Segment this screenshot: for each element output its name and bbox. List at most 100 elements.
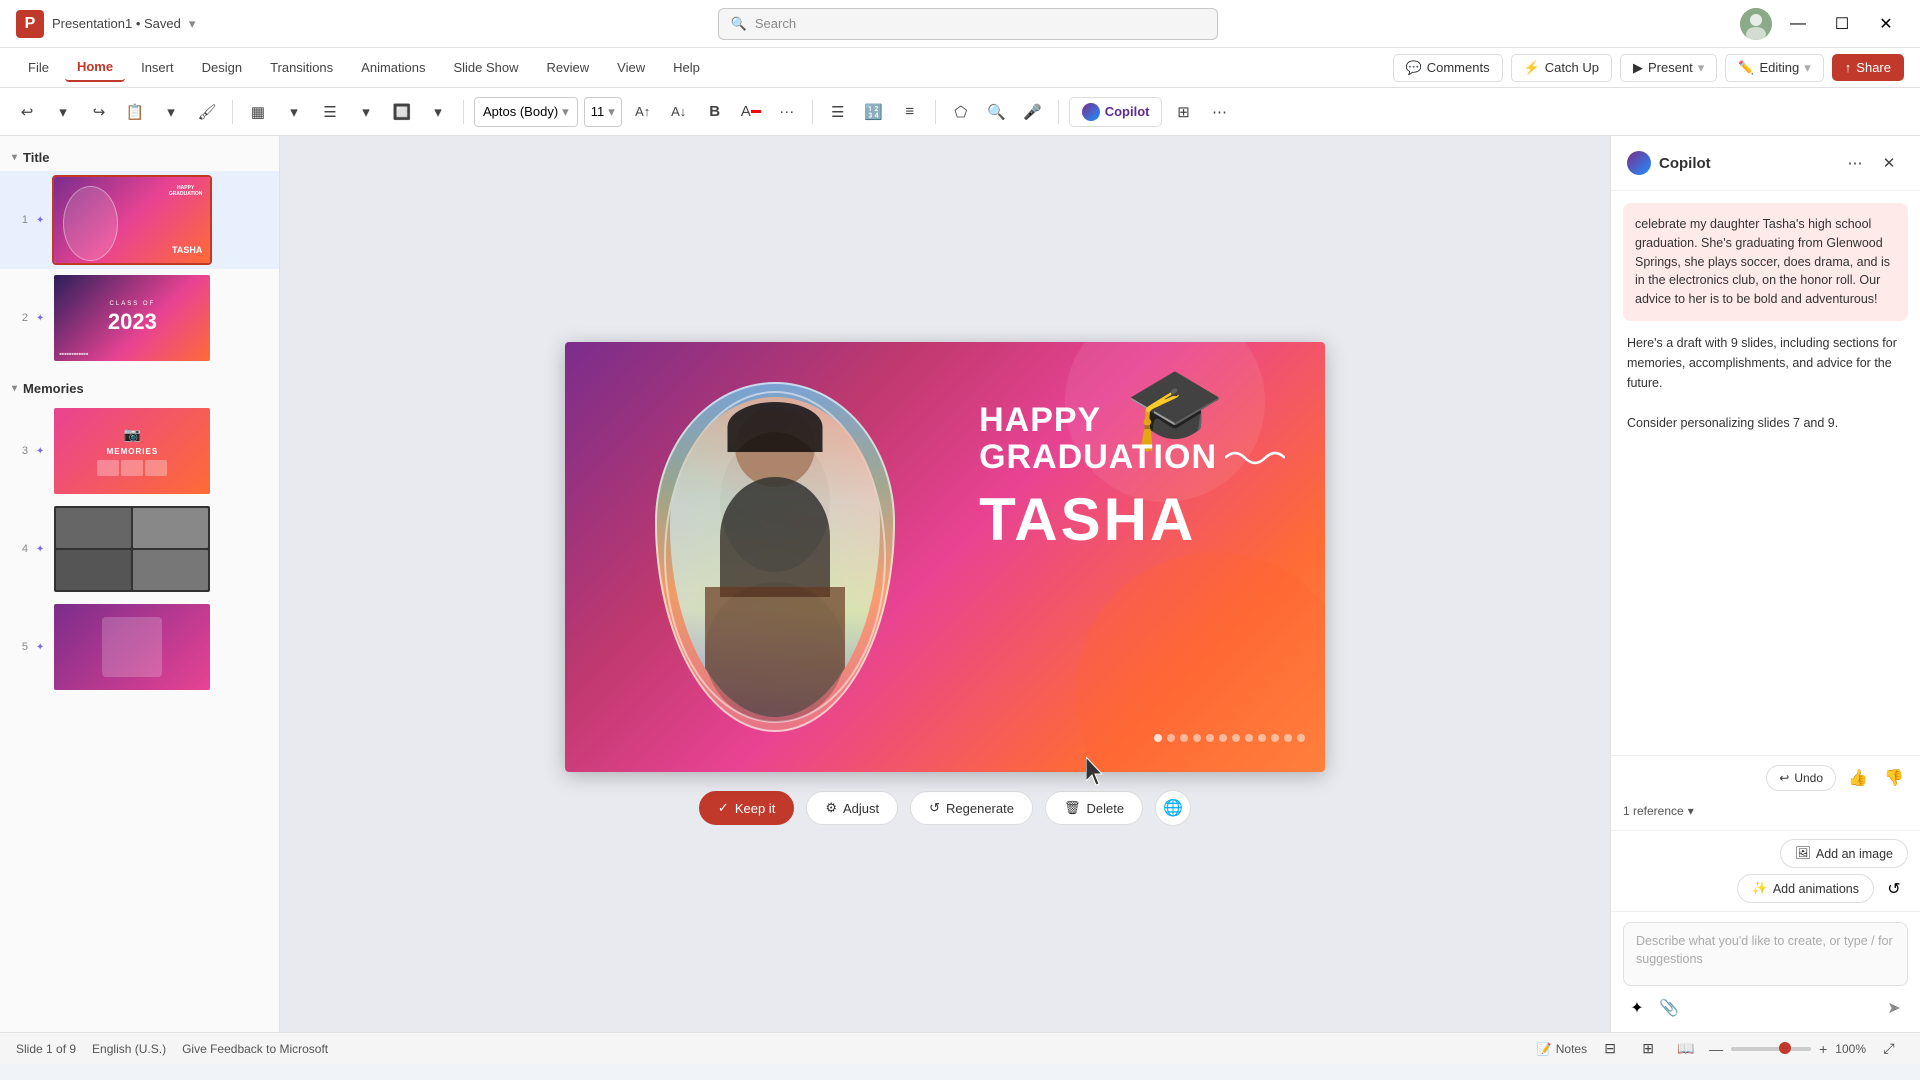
attach-button[interactable]: 📎: [1655, 994, 1683, 1022]
toolbar-more-button[interactable]: ⋯: [1204, 97, 1234, 127]
slide-num-1: 1: [12, 214, 28, 226]
section-button[interactable]: ☰: [315, 97, 345, 127]
view-toggle-button[interactable]: ⊞: [1168, 97, 1198, 127]
align-button[interactable]: ≡: [895, 97, 925, 127]
title-arrow[interactable]: ▾: [189, 16, 196, 32]
font-selector[interactable]: Aptos (Body) ▾: [474, 97, 578, 127]
layout-arrow-button[interactable]: ▾: [279, 97, 309, 127]
reference-label: 1 reference: [1623, 804, 1684, 818]
add-animations-row: ✨ Add animations ↺: [1623, 874, 1908, 903]
bullets-button[interactable]: ☰: [823, 97, 853, 127]
format-paint-button[interactable]: 🖌: [192, 97, 222, 127]
slide-panel: ▾ Title 1 ✦ HAPPYGRADUATION TASHA 2 ✦: [0, 136, 280, 1032]
slide-num-5: 5: [12, 641, 28, 653]
tab-review[interactable]: Review: [535, 54, 602, 81]
maximize-button[interactable]: ☐: [1824, 6, 1860, 42]
user-avatar[interactable]: [1740, 8, 1772, 40]
delete-button[interactable]: 🗑 Delete: [1045, 791, 1143, 825]
editing-arrow-icon: ▾: [1804, 60, 1811, 76]
minimize-button[interactable]: —: [1780, 6, 1816, 42]
thumbup-button[interactable]: 👍: [1844, 764, 1872, 792]
send-button[interactable]: ➤: [1880, 994, 1908, 1022]
bold-button[interactable]: B: [700, 97, 730, 127]
font-name: Aptos (Body): [483, 104, 558, 119]
tab-animations[interactable]: Animations: [349, 54, 437, 81]
undo-button[interactable]: ↩ Undo: [1766, 765, 1836, 791]
slide-canvas[interactable]: 🎓 HAPPY GRADUATION TASHA: [565, 342, 1325, 772]
delete-icon: 🗑: [1064, 800, 1081, 816]
copilot-options-button[interactable]: ⋯: [1840, 148, 1870, 178]
section-memories-arrow-icon: ▾: [12, 383, 17, 394]
sparkle-button[interactable]: ✦: [1623, 994, 1651, 1022]
section-arrow-button[interactable]: ▾: [351, 97, 381, 127]
search-bar[interactable]: 🔍 Search: [718, 8, 1218, 40]
layout-button[interactable]: ▦: [243, 97, 273, 127]
section-memories[interactable]: ▾ Memories: [0, 375, 279, 402]
tab-transitions[interactable]: Transitions: [258, 54, 345, 81]
toolbar: ↩ ▾ ↪ 📋 ▾ 🖌 ▦ ▾ ☰ ▾ 🔲 ▾ Aptos (Body) ▾ 1…: [0, 88, 1920, 136]
add-animations-button[interactable]: ✨ Add animations: [1737, 874, 1874, 903]
arrange-button[interactable]: 🔲: [387, 97, 417, 127]
slide-item-3[interactable]: 3 ✦ 📷 MEMORIES: [0, 402, 279, 500]
toolbar-sep-4: [935, 100, 936, 124]
shapes-button[interactable]: ⬠: [946, 97, 976, 127]
notes-button[interactable]: 📝 Notes: [1537, 1042, 1587, 1056]
tab-design[interactable]: Design: [190, 54, 254, 81]
tab-help[interactable]: Help: [661, 54, 712, 81]
regenerate-button[interactable]: ↺ Regenerate: [910, 791, 1033, 825]
find-button[interactable]: 🔍: [982, 97, 1012, 127]
feedback-link[interactable]: Give Feedback to Microsoft: [182, 1042, 328, 1056]
section-title[interactable]: ▾ Title: [0, 144, 279, 171]
present-button[interactable]: ▶ Present ▾: [1620, 54, 1717, 82]
copilot-input-box[interactable]: Describe what you'd like to create, or t…: [1623, 922, 1908, 986]
normal-view-button[interactable]: ⊟: [1595, 1034, 1625, 1064]
slide-item-1[interactable]: 1 ✦ HAPPYGRADUATION TASHA: [0, 171, 279, 269]
tab-insert[interactable]: Insert: [129, 54, 186, 81]
comments-button[interactable]: 💬 Comments: [1393, 54, 1503, 82]
slide-item-4[interactable]: 4 ✦: [0, 500, 279, 598]
zoom-slider[interactable]: [1731, 1047, 1811, 1051]
slide-graduation-text: GRADUATION: [979, 439, 1217, 476]
font-color-button[interactable]: A: [736, 97, 766, 127]
copilot-button[interactable]: Copilot: [1069, 97, 1163, 127]
zoom-in-button[interactable]: +: [1819, 1041, 1827, 1057]
editing-button[interactable]: ✏️ Editing ▾: [1725, 54, 1823, 82]
share-button[interactable]: ↑ Share: [1832, 54, 1904, 81]
reference-row[interactable]: 1 reference ▾: [1623, 800, 1908, 822]
font-size-selector[interactable]: 11 ▾: [584, 97, 622, 127]
mic-button[interactable]: 🎤: [1018, 97, 1048, 127]
keep-button[interactable]: ✓ Keep it: [699, 791, 794, 825]
slide-actions: ✓ Keep it ⚙ Adjust ↺ Regenerate 🗑 Delete…: [699, 790, 1191, 826]
refresh-button[interactable]: ↺: [1880, 875, 1908, 903]
slide-item-2[interactable]: 2 ✦ CLASS OF 2023 ■■■■■■■■■■■■: [0, 269, 279, 367]
copy-arrow-button[interactable]: ▾: [156, 97, 186, 127]
tab-file[interactable]: File: [16, 54, 61, 81]
catch-up-button[interactable]: ⚡ Catch Up: [1511, 54, 1612, 82]
slide-sorter-button[interactable]: ⊞: [1633, 1034, 1663, 1064]
decrease-font-button[interactable]: A↓: [664, 97, 694, 127]
undo-button[interactable]: ↩: [12, 97, 42, 127]
undo-arrow-button[interactable]: ▾: [48, 97, 78, 127]
numbering-button[interactable]: 🔢: [859, 97, 889, 127]
arrange-arrow-button[interactable]: ▾: [423, 97, 453, 127]
toolbar-sep-5: [1058, 100, 1059, 124]
adjust-button[interactable]: ⚙ Adjust: [806, 791, 898, 825]
add-image-row: 🖼 Add an image: [1623, 839, 1908, 868]
undo-icon: ↩: [1779, 771, 1789, 785]
tab-home[interactable]: Home: [65, 53, 125, 82]
tab-view[interactable]: View: [605, 54, 657, 81]
thumbdown-button[interactable]: 👎: [1880, 764, 1908, 792]
reading-view-button[interactable]: 📖: [1671, 1034, 1701, 1064]
redo-button[interactable]: ↪: [84, 97, 114, 127]
copilot-close-button[interactable]: ✕: [1874, 148, 1904, 178]
more-slide-action-button[interactable]: 🌐: [1155, 790, 1191, 826]
add-image-button[interactable]: 🖼 Add an image: [1780, 839, 1908, 868]
close-button[interactable]: ✕: [1868, 6, 1904, 42]
copy-button[interactable]: 📋: [120, 97, 150, 127]
tab-slideshow[interactable]: Slide Show: [441, 54, 530, 81]
increase-font-button[interactable]: A↑: [628, 97, 658, 127]
more-button[interactable]: ···: [772, 97, 802, 127]
slide-item-5[interactable]: 5 ✦: [0, 598, 279, 696]
fit-slide-button[interactable]: ⤢: [1874, 1034, 1904, 1064]
zoom-out-button[interactable]: —: [1709, 1041, 1723, 1057]
